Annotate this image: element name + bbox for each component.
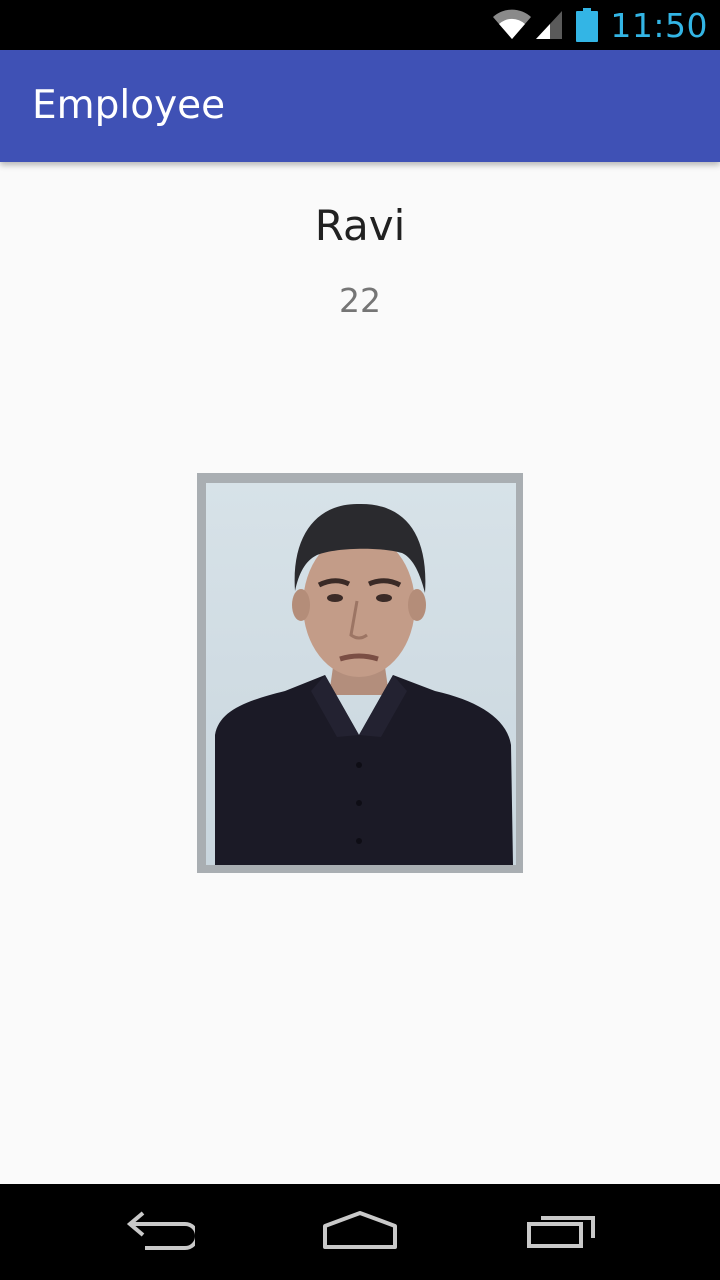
app-bar: Employee	[0, 50, 720, 162]
recents-button[interactable]	[502, 1184, 622, 1280]
status-icons: 11:50	[492, 0, 708, 50]
app-title: Employee	[32, 83, 226, 128]
navigation-bar	[0, 1184, 720, 1280]
employee-screen: 11:50 Employee Ravi 22	[0, 0, 720, 1280]
signal-icon	[534, 9, 564, 41]
back-icon	[125, 1210, 199, 1255]
recents-icon	[526, 1210, 598, 1255]
employee-photo	[197, 473, 523, 873]
employee-name: Ravi	[314, 201, 406, 250]
battery-icon	[576, 8, 599, 42]
status-clock: 11:50	[610, 5, 708, 45]
employee-age: 22	[339, 281, 381, 320]
home-button[interactable]	[300, 1184, 420, 1280]
back-button[interactable]	[100, 1184, 220, 1280]
wifi-icon	[492, 9, 532, 41]
status-bar: 11:50	[0, 0, 720, 50]
home-icon	[322, 1210, 398, 1255]
